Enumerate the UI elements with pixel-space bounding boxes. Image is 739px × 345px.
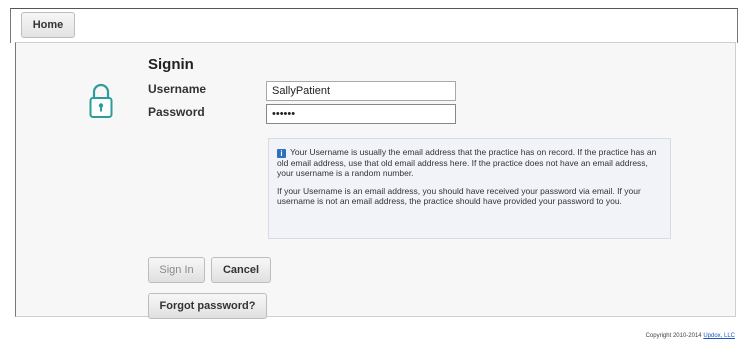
- company-link[interactable]: Updox, LLC: [703, 333, 735, 339]
- home-button[interactable]: Home: [21, 12, 75, 38]
- top-nav-bar: Home: [10, 8, 738, 43]
- info-box: i Your Username is usually the email addr…: [268, 138, 671, 239]
- forgot-password-button[interactable]: Forgot password?: [148, 293, 267, 319]
- username-input[interactable]: [266, 81, 456, 101]
- password-label: Password: [148, 105, 205, 119]
- page-title: Signin: [148, 56, 194, 73]
- lock-icon: [89, 83, 113, 118]
- copyright-footer: Copyright 2010-2014 Updox, LLC: [646, 333, 735, 339]
- copyright-text: Copyright 2010-2014: [645, 333, 702, 339]
- password-input[interactable]: [266, 104, 456, 124]
- info-paragraph-2: If your Username is an email address, yo…: [277, 186, 641, 206]
- cancel-button[interactable]: Cancel: [211, 257, 271, 283]
- sign-in-button[interactable]: Sign In: [148, 257, 205, 283]
- username-label: Username: [148, 82, 207, 96]
- info-text-1: Your Username is usually the email addre…: [277, 147, 657, 178]
- info-paragraph-1: i Your Username is usually the email addr…: [277, 147, 662, 178]
- info-icon: i: [277, 149, 286, 158]
